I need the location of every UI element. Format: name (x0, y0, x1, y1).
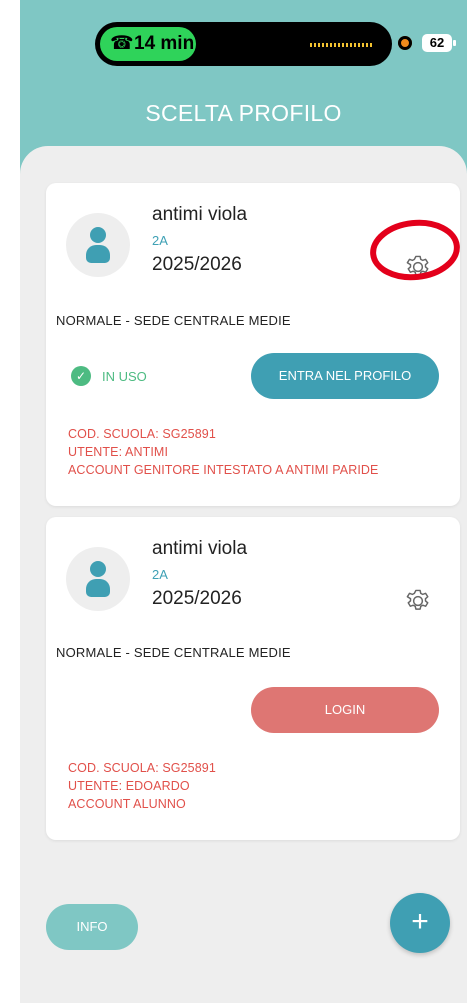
profile-name: antimi viola (152, 538, 248, 559)
battery-icon: 62 (422, 34, 456, 52)
check-icon: ✓ (71, 366, 91, 386)
school-code: COD. SCUOLA: SG25891 (68, 761, 216, 775)
avatar (66, 213, 130, 277)
username: UTENTE: ANTIMI (68, 445, 169, 459)
profile-year: 2025/2026 (152, 588, 242, 609)
profile-sede: NORMALE - SEDE CENTRALE MEDIE (56, 313, 291, 328)
username: UTENTE: EDOARDO (68, 779, 190, 793)
audio-wave-icon (310, 43, 374, 47)
profile-class: 2A (152, 567, 168, 582)
add-profile-button[interactable]: + (390, 893, 450, 953)
profile-card-2: antimi viola 2A 2025/2026 NORMALE - SEDE… (46, 517, 460, 840)
phone-icon: ☎ (110, 33, 134, 54)
user-body-icon (86, 579, 110, 597)
annotation-circle (370, 219, 460, 281)
account-type: ACCOUNT ALUNNO (68, 797, 186, 811)
login-button[interactable]: LOGIN (251, 687, 439, 733)
user-head-icon (90, 561, 106, 577)
profile-year: 2025/2026 (152, 254, 242, 275)
user-body-icon (86, 245, 110, 263)
profile-class: 2A (152, 233, 168, 248)
profile-name: antimi viola (152, 204, 248, 225)
user-head-icon (90, 227, 106, 243)
account-type: ACCOUNT GENITORE INTESTATO A ANTIMI PARI… (68, 463, 379, 477)
call-indicator[interactable]: ☎ 14 min (100, 27, 196, 61)
school-code: COD. SCUOLA: SG25891 (68, 427, 216, 441)
recording-dot-icon (398, 36, 412, 50)
avatar (66, 547, 130, 611)
status-badge: IN USO (102, 369, 147, 384)
gear-icon[interactable] (403, 586, 433, 616)
enter-profile-button[interactable]: ENTRA NEL PROFILO (251, 353, 439, 399)
profile-sede: NORMALE - SEDE CENTRALE MEDIE (56, 645, 291, 660)
call-time: 14 min (134, 33, 195, 54)
battery-level: 62 (429, 35, 445, 50)
info-button[interactable]: INFO (46, 904, 138, 950)
page-title: SCELTA PROFILO (145, 100, 342, 126)
screen: ☎ 14 min 62 SCELTA PROFILO antimi viola … (0, 0, 467, 1003)
